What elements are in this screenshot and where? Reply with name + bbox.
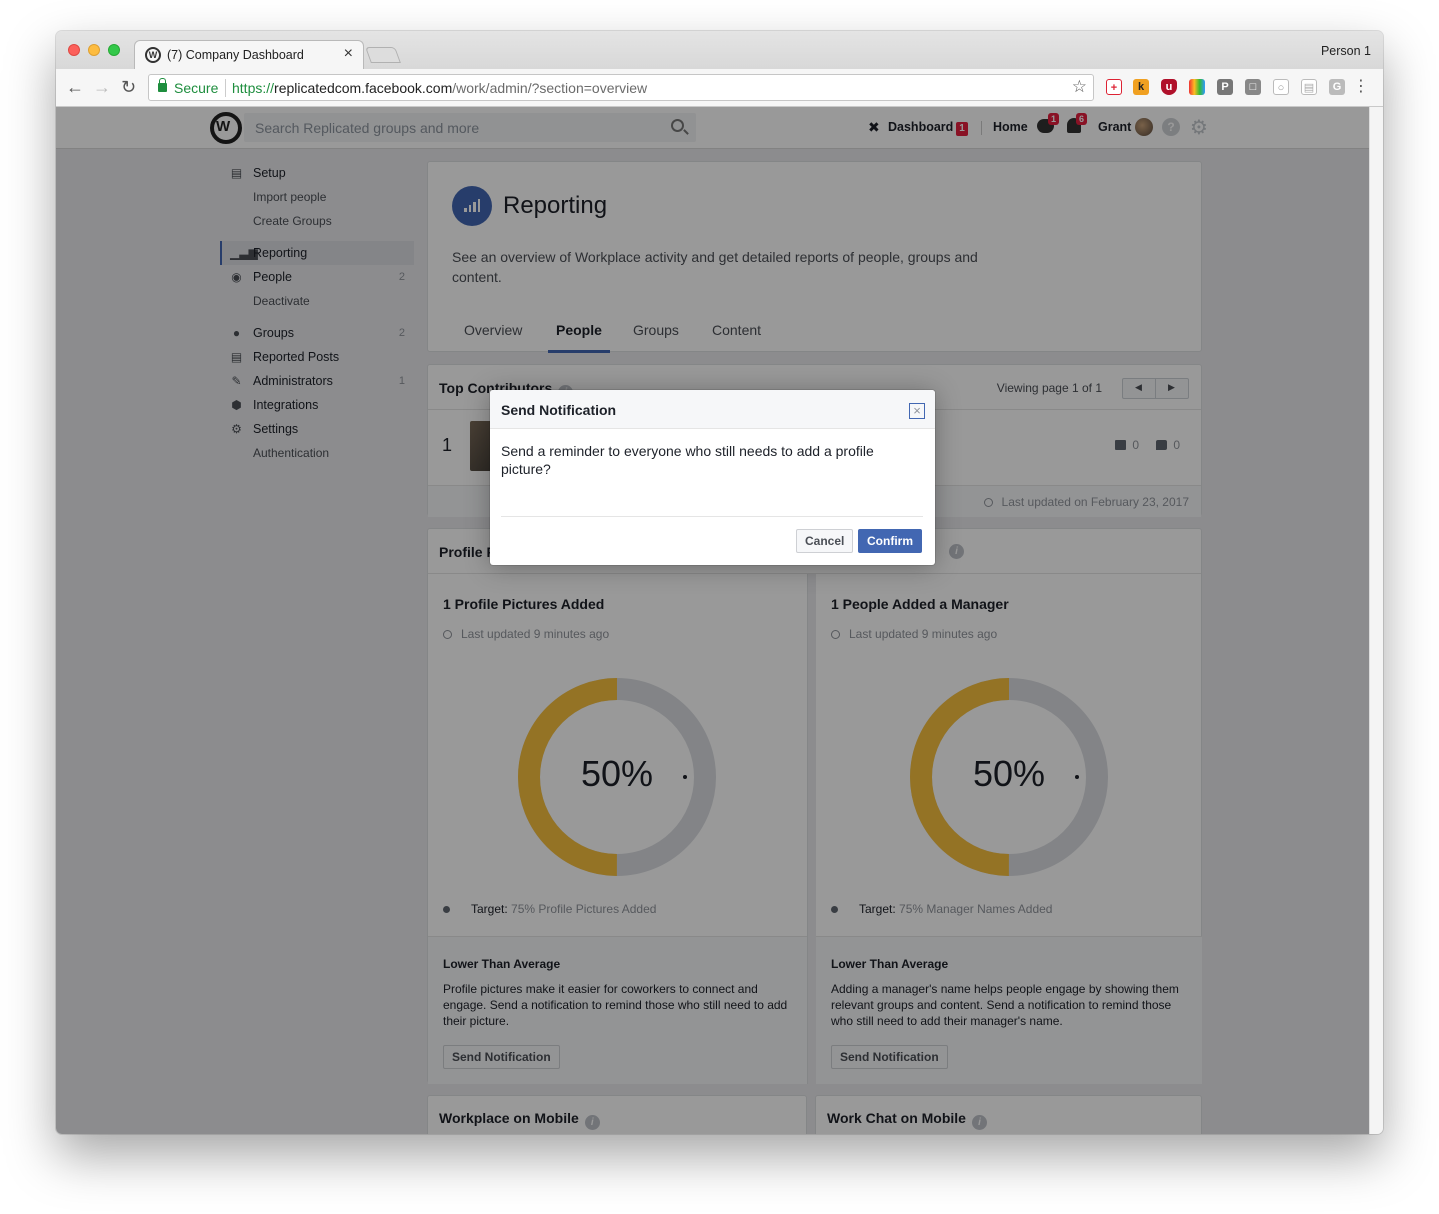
workplace-favicon-icon: W — [145, 47, 161, 63]
dialog-divider — [501, 516, 923, 517]
url-path: /work/admin/?section=overview — [452, 80, 648, 96]
plus-ext-icon[interactable]: + — [1106, 79, 1122, 95]
bookmark-star-icon[interactable]: ☆ — [1072, 77, 1087, 97]
minimize-window-button[interactable] — [88, 44, 100, 56]
send-notification-dialog: Send Notification × Send a reminder to e… — [490, 390, 935, 565]
browser-window: W (7) Company Dashboard × Person 1 ← → ↻… — [56, 31, 1383, 1134]
new-tab-button[interactable] — [365, 47, 401, 63]
confirm-button[interactable]: Confirm — [858, 529, 922, 553]
forward-arrow-icon[interactable]: → — [93, 77, 111, 98]
note-ext-icon[interactable]: □ — [1245, 79, 1261, 95]
url-separator — [225, 79, 226, 97]
zoom-window-button[interactable] — [108, 44, 120, 56]
box-ext-icon[interactable]: ▤ — [1301, 79, 1317, 95]
g-ext-icon[interactable]: G — [1329, 79, 1345, 95]
url-host: replicatedcom.facebook.com — [274, 80, 453, 96]
rainbow-ext-icon[interactable] — [1189, 79, 1205, 95]
close-window-button[interactable] — [68, 44, 80, 56]
url-text[interactable]: https://replicatedcom.facebook.com/work/… — [232, 80, 647, 96]
address-bar[interactable]: Secure https://replicatedcom.facebook.co… — [148, 74, 1094, 101]
browser-menu-icon[interactable]: ⋮ — [1353, 76, 1369, 96]
close-tab-icon[interactable]: × — [344, 45, 353, 63]
workplace-page: Search Replicated groups and more ✖ Dash… — [56, 107, 1369, 1134]
secure-label: Secure — [174, 80, 219, 96]
url-scheme: https:// — [232, 80, 275, 96]
page-scrollbar[interactable] — [1369, 107, 1383, 1134]
browser-toolbar: ← → ↻ Secure https://replicatedcom.faceb… — [56, 69, 1383, 107]
browser-titlebar: W (7) Company Dashboard × Person 1 — [56, 31, 1383, 69]
lock-icon — [158, 78, 167, 92]
modal-overlay[interactable] — [56, 107, 1369, 1134]
k-ext-icon[interactable]: k — [1133, 79, 1149, 95]
profile-name[interactable]: Person 1 — [1321, 44, 1371, 58]
back-arrow-icon[interactable]: ← — [66, 77, 84, 98]
circle-ext-icon[interactable]: ○ — [1273, 79, 1289, 95]
cancel-button[interactable]: Cancel — [796, 529, 854, 553]
tab-title: (7) Company Dashboard — [167, 48, 304, 62]
browser-tab[interactable]: W (7) Company Dashboard × — [134, 40, 364, 69]
ublock-ext-icon[interactable]: u — [1161, 79, 1177, 95]
p-ext-icon[interactable]: P — [1217, 79, 1233, 95]
dialog-message: Send a reminder to everyone who still ne… — [501, 443, 874, 477]
dialog-header: Send Notification × — [490, 390, 935, 429]
dialog-title: Send Notification — [501, 402, 617, 418]
reload-icon[interactable]: ↻ — [121, 77, 136, 98]
close-icon[interactable]: × — [909, 403, 925, 419]
